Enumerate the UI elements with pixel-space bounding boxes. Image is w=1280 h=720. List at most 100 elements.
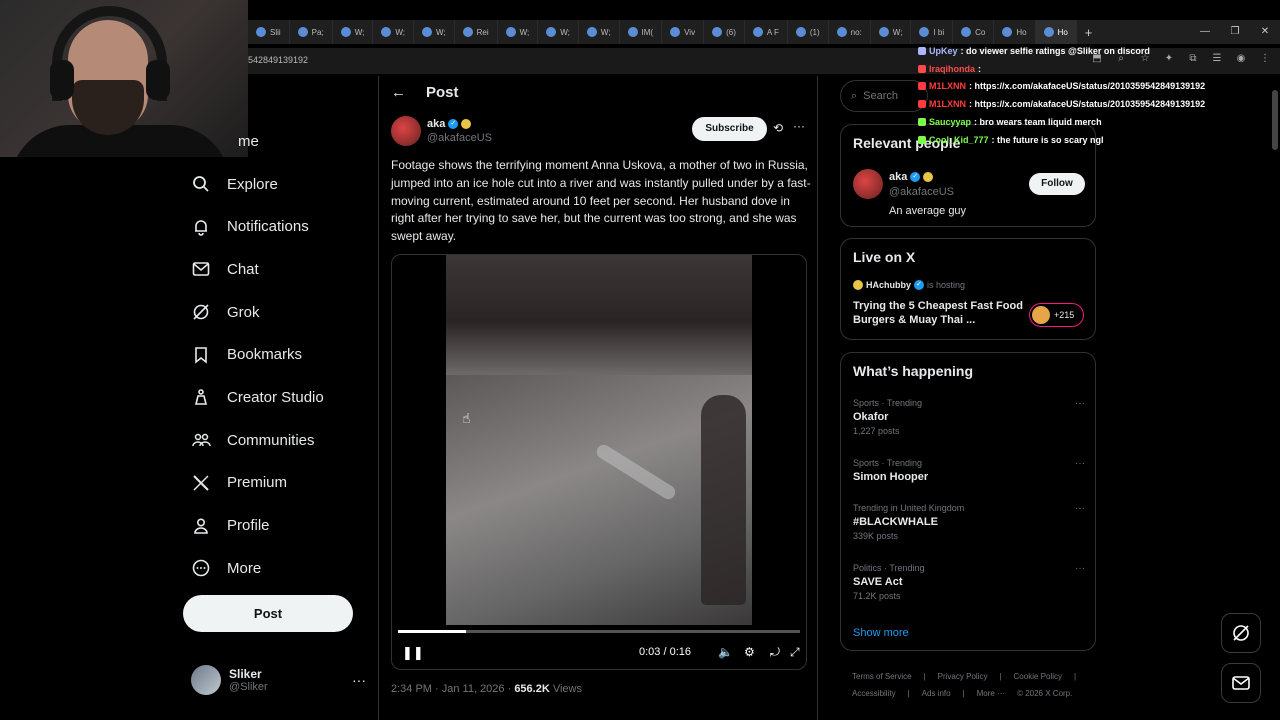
grok-fab-button[interactable] xyxy=(1221,613,1261,653)
close-window-button[interactable]: ✕ xyxy=(1250,20,1280,44)
video-player[interactable]: ☝ ❚❚ 0:03 / 0:16 🔈 ⚙ ⤾ ⤢ xyxy=(391,254,807,670)
browser-tab[interactable]: A F xyxy=(745,20,788,44)
live-stream-title[interactable]: Trying the 5 Cheapest Fast Food Burgers … xyxy=(853,299,1023,327)
chat-badge-icon xyxy=(918,64,926,73)
new-tab-button[interactable]: + xyxy=(1077,25,1101,40)
sidebar-item-more[interactable]: More xyxy=(183,547,373,590)
footer-link[interactable]: Privacy Policy xyxy=(938,672,988,681)
pause-icon[interactable]: ❚❚ xyxy=(402,645,424,661)
sidebar-item-grok[interactable]: Grok xyxy=(183,291,373,334)
back-arrow-icon[interactable]: ← xyxy=(391,84,406,101)
browser-tab[interactable]: Co xyxy=(953,20,995,44)
search-input[interactable]: ⌕ Search xyxy=(840,80,928,112)
chat-message: M1LXNN: https://x.com/akafaceUS/status/2… xyxy=(918,95,1278,113)
browser-tab[interactable]: Ho xyxy=(1035,20,1077,44)
mouse-cursor-icon: ☝ xyxy=(462,410,471,426)
author-handle[interactable]: @akafaceUS xyxy=(427,132,492,144)
browser-tab[interactable]: (6) xyxy=(704,20,745,44)
browser-tab[interactable]: W; xyxy=(333,20,374,44)
follow-button[interactable]: Follow xyxy=(1029,173,1085,195)
footer-link[interactable]: Cookie Policy xyxy=(1014,672,1062,681)
live-listener-count[interactable]: +215 xyxy=(1029,303,1084,327)
maximize-button[interactable]: ❐ xyxy=(1220,20,1250,44)
browser-tab[interactable]: Ho xyxy=(994,20,1036,44)
chat-username: UpKey xyxy=(929,45,958,56)
tab-favicon-icon xyxy=(670,27,681,37)
sidebar-item-bookmarks[interactable]: Bookmarks xyxy=(183,333,373,376)
browser-tab[interactable]: W; xyxy=(498,20,539,44)
post-button[interactable]: Post xyxy=(183,595,353,632)
chat-username: Iraqihonda xyxy=(929,63,976,74)
grok-icon xyxy=(191,302,211,322)
footer-link[interactable]: Accessibility xyxy=(852,689,896,698)
video-frame[interactable] xyxy=(446,255,752,625)
browser-tab[interactable]: no: xyxy=(829,20,871,44)
browser-tab[interactable]: (1) xyxy=(788,20,829,44)
relevant-avatar[interactable] xyxy=(853,169,883,199)
grok-icon[interactable]: ⟲ xyxy=(773,121,783,135)
sidebar-item-label: Explore xyxy=(227,175,278,193)
relevant-handle[interactable]: @akafaceUS xyxy=(889,186,954,198)
subscribe-button[interactable]: Subscribe xyxy=(692,117,767,141)
author-avatar[interactable] xyxy=(391,116,421,146)
rotate-icon[interactable]: ⤾ xyxy=(770,645,780,660)
sidebar-item-explore[interactable]: Explore xyxy=(183,163,373,206)
browser-tab[interactable]: I bi xyxy=(911,20,954,44)
browser-tab[interactable]: W; xyxy=(871,20,912,44)
fullscreen-icon[interactable]: ⤢ xyxy=(790,645,800,660)
footer-link[interactable]: © 2026 X Corp. xyxy=(1017,689,1072,698)
sidebar-item-label: Communities xyxy=(227,431,315,449)
sidebar-item-premium[interactable]: Premium xyxy=(183,462,373,505)
chat-username: Cool_Kid_777 xyxy=(929,134,989,145)
trend-more-icon[interactable]: ··· xyxy=(1075,503,1085,514)
account-more-icon[interactable]: ··· xyxy=(352,672,366,688)
chat-badge-icon xyxy=(918,100,926,109)
browser-tab[interactable]: IM( xyxy=(620,20,663,44)
author-name[interactable]: aka xyxy=(427,118,445,130)
account-name: Sliker xyxy=(229,667,262,681)
live-host[interactable]: HAchubby ✓ is hosting xyxy=(853,280,965,290)
scrollbar[interactable] xyxy=(1272,90,1278,150)
chat-username: M1LXNN xyxy=(929,81,967,92)
trend-item[interactable]: Sports · Trending Okafor 1,227 posts ··· xyxy=(853,398,1085,436)
trend-item[interactable]: Politics · Trending SAVE Act 71.2K posts ··… xyxy=(853,563,1085,601)
sidebar-item-creator-studio[interactable]: Creator Studio xyxy=(183,376,373,419)
footer-link[interactable]: Terms of Service xyxy=(852,672,912,681)
browser-tab[interactable]: Slii xyxy=(248,20,290,44)
account-switcher[interactable]: Sliker @Sliker ··· xyxy=(191,662,366,698)
trend-more-icon[interactable]: ··· xyxy=(1075,458,1085,469)
post-timestamp[interactable]: 2:34 PM · Jan 11, 2026 · xyxy=(391,683,514,695)
trend-more-icon[interactable]: ··· xyxy=(1075,563,1085,574)
browser-tab[interactable]: Viv xyxy=(662,20,705,44)
settings-icon[interactable]: ⚙ xyxy=(744,645,755,659)
sidebar-item-communities[interactable]: Communities xyxy=(183,419,373,462)
messages-fab-button[interactable] xyxy=(1221,663,1261,703)
post-more-icon[interactable]: ··· xyxy=(793,119,805,133)
show-more-link[interactable]: Show more xyxy=(853,627,909,639)
browser-tab[interactable]: W; xyxy=(414,20,455,44)
trend-item[interactable]: Trending in United Kingdom #BLACKWHALE 339… xyxy=(853,503,1085,541)
url-field[interactable]: 542849139192 xyxy=(248,55,308,65)
sidebar-item-profile[interactable]: Profile xyxy=(183,504,373,547)
chat-message: M1LXNN: https://x.com/akafaceUS/status/2… xyxy=(918,78,1278,96)
browser-tab[interactable]: W; xyxy=(373,20,414,44)
trend-item[interactable]: Sports · Trending Simon Hooper ··· xyxy=(853,458,1085,483)
sidebar-item-notifications[interactable]: Notifications xyxy=(183,205,373,248)
tab-favicon-icon xyxy=(836,27,847,37)
tab-favicon-icon xyxy=(505,27,516,37)
relevant-name[interactable]: aka xyxy=(889,171,907,183)
footer-link[interactable]: Ads info xyxy=(922,689,951,698)
sidebar-item-me[interactable]: me xyxy=(183,120,373,163)
browser-tab[interactable]: W; xyxy=(579,20,620,44)
minimize-button[interactable]: — xyxy=(1190,20,1220,44)
footer-link[interactable]: More ··· xyxy=(977,689,1005,698)
sidebar-nav: me Explore Notifications Chat Grok Bookmarks C… xyxy=(183,120,373,590)
browser-tab[interactable]: Rei xyxy=(455,20,498,44)
browser-tab[interactable]: Pa; xyxy=(290,20,333,44)
sidebar-item-chat[interactable]: Chat xyxy=(183,248,373,291)
browser-tab[interactable]: W; xyxy=(538,20,579,44)
video-progress-bar[interactable] xyxy=(398,630,800,633)
sidebar-item-label: Premium xyxy=(227,474,288,492)
volume-icon[interactable]: 🔈 xyxy=(718,645,733,659)
trend-more-icon[interactable]: ··· xyxy=(1075,398,1085,409)
